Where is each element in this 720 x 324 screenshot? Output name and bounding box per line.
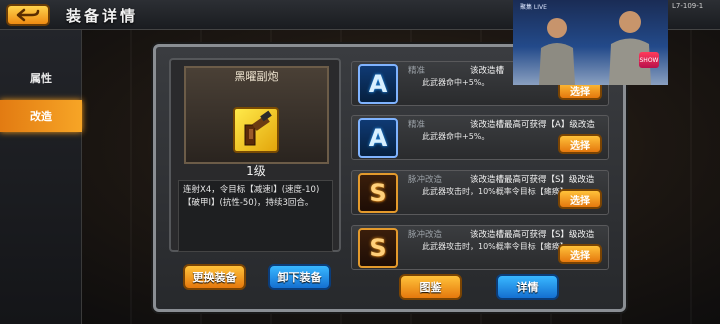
grade-a-badge: A xyxy=(358,118,398,158)
tab-attributes[interactable]: 属性 xyxy=(0,62,82,94)
weapon-cannon-icon[interactable] xyxy=(233,107,279,153)
mod-title: 精准 xyxy=(408,66,426,76)
mod-description: 此武器攻击时，10%概率令目标【瘫痪】。 xyxy=(422,187,572,196)
mod-title: 脉冲改造 xyxy=(408,230,443,240)
camera-id: L7-109-1 xyxy=(672,2,704,10)
mod-slot-2: A 精准 该改造槽最高可获得【A】级改造 此武器命中+5%。 选择 xyxy=(351,115,609,160)
weapon-name: 黑曜副炮 xyxy=(234,70,279,83)
grade-a-badge: A xyxy=(358,64,398,104)
camera-tag: 聚集 LIVE xyxy=(520,4,547,11)
gallery-button[interactable]: 图鉴 xyxy=(399,274,462,300)
mod-slot-text: 该改造槽最高可获得【S】级改造 xyxy=(470,230,595,240)
page-title: 装备详情 xyxy=(66,7,139,25)
side-tabs: 属性 改造 xyxy=(0,30,82,324)
mod-slot-text: 该改造槽 xyxy=(470,66,505,76)
mod-slot-text: 该改造槽最高可获得【A】级改造 xyxy=(470,120,595,130)
back-arrow-icon xyxy=(16,8,40,22)
mod-slot-4: S 脉冲改造 该改造槽最高可获得【S】级改造 此武器攻击时，10%概率令目标【瘫… xyxy=(351,225,609,270)
person-left-figure xyxy=(539,18,575,85)
mod-description: 此武器攻击时，10%概率令目标【瘫痪】。 xyxy=(422,242,572,251)
select-button[interactable]: 选择 xyxy=(558,244,602,264)
mod-title: 精准 xyxy=(408,120,426,130)
cannon-icon xyxy=(244,110,272,146)
select-button[interactable]: 选择 xyxy=(558,189,602,209)
weapon-level: 1级 xyxy=(246,164,266,178)
tab-modify[interactable]: 改造 xyxy=(0,100,82,132)
mod-description: 此武器命中+5%。 xyxy=(422,78,490,87)
back-button[interactable] xyxy=(6,4,50,26)
grade-s-badge: S xyxy=(358,173,398,213)
mod-description: 此武器命中+5%。 xyxy=(422,132,490,141)
select-button[interactable]: 选择 xyxy=(558,134,602,154)
details-button[interactable]: 详情 xyxy=(496,274,559,300)
mod-title: 脉冲改造 xyxy=(408,175,443,185)
person-right-figure xyxy=(609,11,651,85)
weapon-description: 连射X4，令目标【减速Ⅰ】(速度-10)【破甲Ⅰ】(抗性-50)，持续3回合。 xyxy=(178,180,333,252)
replace-equipment-button[interactable]: 更换装备 xyxy=(183,264,246,290)
camera-overlay: SHOW xyxy=(513,0,668,85)
unequip-button[interactable]: 卸下装备 xyxy=(268,264,331,290)
mod-slot-3: S 脉冲改造 该改造槽最高可获得【S】级改造 此武器攻击时，10%概率令目标【瘫… xyxy=(351,170,609,215)
mod-slot-text: 该改造槽最高可获得【S】级改造 xyxy=(470,175,595,185)
grade-s-badge: S xyxy=(358,228,398,268)
show-logo-badge: SHOW xyxy=(639,52,659,68)
